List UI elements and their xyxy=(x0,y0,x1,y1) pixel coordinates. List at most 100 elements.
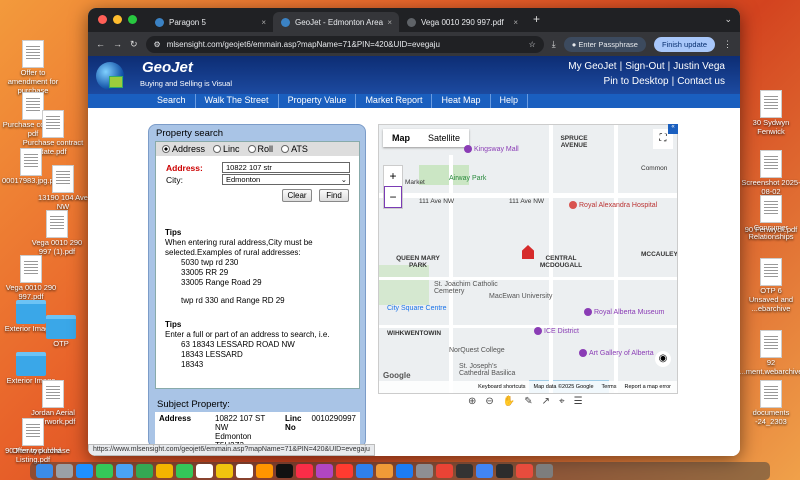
app-store-icon[interactable] xyxy=(396,464,413,478)
my-geojet-link[interactable]: My GeoJet xyxy=(565,61,619,72)
satellite-tab[interactable]: Satellite xyxy=(419,129,469,147)
subject-property-marker-icon[interactable] xyxy=(522,245,534,259)
bookmark-star-icon[interactable]: ☆ xyxy=(529,40,536,49)
desktop-file-icon[interactable]: Vega 0010 290 997.pdf xyxy=(0,255,62,301)
desktop-file-icon[interactable]: OTP 6 xyxy=(740,258,800,295)
radio-linc[interactable]: Linc xyxy=(213,144,240,154)
tab-paragon[interactable]: Paragon 5 × xyxy=(147,12,273,32)
radio-ats[interactable]: ATS xyxy=(281,144,308,154)
minimize-window-button[interactable] xyxy=(113,15,122,24)
zoom-in-button[interactable]: + xyxy=(384,166,402,186)
new-tab-button[interactable]: + xyxy=(525,12,548,32)
radio-roll[interactable]: Roll xyxy=(247,144,273,154)
keyboard-shortcuts-link[interactable]: Keyboard shortcuts xyxy=(478,384,525,390)
launchpad-icon[interactable] xyxy=(56,464,73,478)
pan-hand-icon[interactable]: ✋ xyxy=(503,396,515,407)
tv-icon[interactable] xyxy=(276,464,293,478)
nav-help[interactable]: Help xyxy=(491,94,529,108)
passphrase-button[interactable]: ● Enter Passphrase xyxy=(563,36,646,52)
desktop-file-icon[interactable]: Unsaved and ...ebarchive xyxy=(740,295,800,313)
nav-property-value[interactable]: Property Value xyxy=(279,94,357,108)
chrome-icon[interactable] xyxy=(436,464,453,478)
nav-market-report[interactable]: Market Report xyxy=(356,94,433,108)
reminders-icon[interactable] xyxy=(236,464,253,478)
menu-kebab-icon[interactable]: ⋮ xyxy=(723,39,732,50)
desktop-file-icon[interactable]: documents -24_2303 xyxy=(740,380,800,426)
music-icon[interactable] xyxy=(296,464,313,478)
zoom-out-tool-icon[interactable]: ⊖ xyxy=(485,396,493,407)
desktop-file-icon[interactable]: Offer to purchase xyxy=(10,446,72,455)
safari-icon[interactable] xyxy=(76,464,93,478)
tab-geojet[interactable]: GeoJet - Edmonton Area × xyxy=(273,12,399,32)
measure-tool-icon[interactable]: ✎ xyxy=(524,396,532,407)
desktop-file-icon[interactable]: 90 Fenwyck.pdf xyxy=(740,225,800,234)
draw-tool-icon[interactable]: ↗ xyxy=(542,396,550,407)
close-window-button[interactable] xyxy=(98,15,107,24)
finder-icon[interactable] xyxy=(36,464,53,478)
search-form: Address Linc Roll ATS Address: 10822 107… xyxy=(155,141,360,389)
nav-heat-map[interactable]: Heat Map xyxy=(432,94,491,108)
calendar-icon[interactable] xyxy=(196,464,213,478)
collapse-map-icon[interactable]: « xyxy=(668,124,678,134)
desktop-file-icon[interactable]: 92 ...ment.webarchive xyxy=(740,330,800,376)
maps-icon[interactable] xyxy=(136,464,153,478)
terms-link[interactable]: Terms xyxy=(602,384,617,390)
acrobat-icon[interactable] xyxy=(516,464,533,478)
city-select[interactable]: Edmonton ⌄ xyxy=(222,174,350,185)
messages-icon[interactable] xyxy=(96,464,113,478)
freeform-icon[interactable] xyxy=(256,464,273,478)
forward-icon[interactable]: → xyxy=(113,39,122,49)
back-icon[interactable]: ← xyxy=(96,39,105,49)
close-tab-icon[interactable]: × xyxy=(261,18,266,27)
nav-search[interactable]: Search xyxy=(148,94,196,108)
zoom-app-icon[interactable] xyxy=(476,464,493,478)
settings-icon[interactable] xyxy=(416,464,433,478)
download-icon[interactable]: ⤓ xyxy=(552,39,556,50)
street-view-pegman-icon[interactable]: ◉ xyxy=(655,351,671,367)
photos-icon[interactable] xyxy=(156,464,173,478)
terminal-icon[interactable] xyxy=(456,464,473,478)
find-button[interactable]: Find xyxy=(319,189,349,202)
preview-icon[interactable] xyxy=(496,464,513,478)
close-tab-icon[interactable]: × xyxy=(387,18,392,27)
mail-icon[interactable] xyxy=(116,464,133,478)
address-input[interactable]: 10822 107 str xyxy=(222,162,350,173)
desktop-folder-icon[interactable]: OTP xyxy=(30,315,92,348)
layers-tool-icon[interactable]: ☰ xyxy=(574,396,583,407)
trash-icon[interactable] xyxy=(536,464,553,478)
site-info-icon[interactable]: ⚙ xyxy=(154,40,161,49)
numbers-icon[interactable] xyxy=(356,464,373,478)
desktop-file-icon[interactable]: 30 Sydwyn Fenwick xyxy=(740,90,800,136)
zoom-out-button[interactable]: − xyxy=(384,186,402,208)
notes-icon[interactable] xyxy=(216,464,233,478)
close-tab-icon[interactable]: × xyxy=(513,18,518,27)
desktop-file-icon[interactable]: Vega 0010 290 997 (1).pdf xyxy=(26,210,88,256)
reload-icon[interactable]: ↻ xyxy=(130,39,138,50)
tab-pdf[interactable]: Vega 0010 290 997.pdf × xyxy=(399,12,525,32)
facetime-icon[interactable] xyxy=(176,464,193,478)
news-icon[interactable] xyxy=(336,464,353,478)
address-bar[interactable]: ⚙ mlsensight.com/geojet6/emmain.asp?mapN… xyxy=(145,35,544,53)
report-error-link[interactable]: Report a map error xyxy=(625,384,671,390)
logo-title[interactable]: GeoJet xyxy=(142,59,193,76)
desktop-file-icon[interactable]: 90 Fenwyck blvd Listing.pdf xyxy=(2,418,64,464)
pages-icon[interactable] xyxy=(376,464,393,478)
finish-update-button[interactable]: Finish update xyxy=(653,36,715,52)
podcasts-icon[interactable] xyxy=(316,464,333,478)
pin-desktop-link[interactable]: Pin to Desktop xyxy=(601,76,672,87)
tab-search-chevron-icon[interactable]: ⌄ xyxy=(724,14,732,25)
desktop-file-icon[interactable]: Screenshot 2025-08-02 xyxy=(740,150,800,196)
contact-link[interactable]: Contact us xyxy=(674,76,728,87)
polygon-tool-icon[interactable]: ⌖ xyxy=(559,396,565,407)
nav-walk-the-street[interactable]: Walk The Street xyxy=(196,94,279,108)
zoom-window-button[interactable] xyxy=(128,15,137,24)
radio-address[interactable]: Address xyxy=(162,144,205,154)
clear-button[interactable]: Clear xyxy=(282,189,312,202)
zoom-in-tool-icon[interactable]: ⊕ xyxy=(468,396,476,407)
map-tab[interactable]: Map xyxy=(383,129,419,147)
sign-out-link[interactable]: Sign-Out xyxy=(622,61,667,72)
desktop-file-icon[interactable]: Offer to amendment for purchase xyxy=(2,40,64,95)
map-view[interactable]: Map Satellite ⛶ + − SPRUCE AVENUE Kingsw… xyxy=(378,124,678,394)
desktop-file-icon[interactable]: 13190 104 Ave NW xyxy=(32,165,94,211)
desktop-file-icon[interactable]: Consumer Relationships xyxy=(740,195,800,241)
